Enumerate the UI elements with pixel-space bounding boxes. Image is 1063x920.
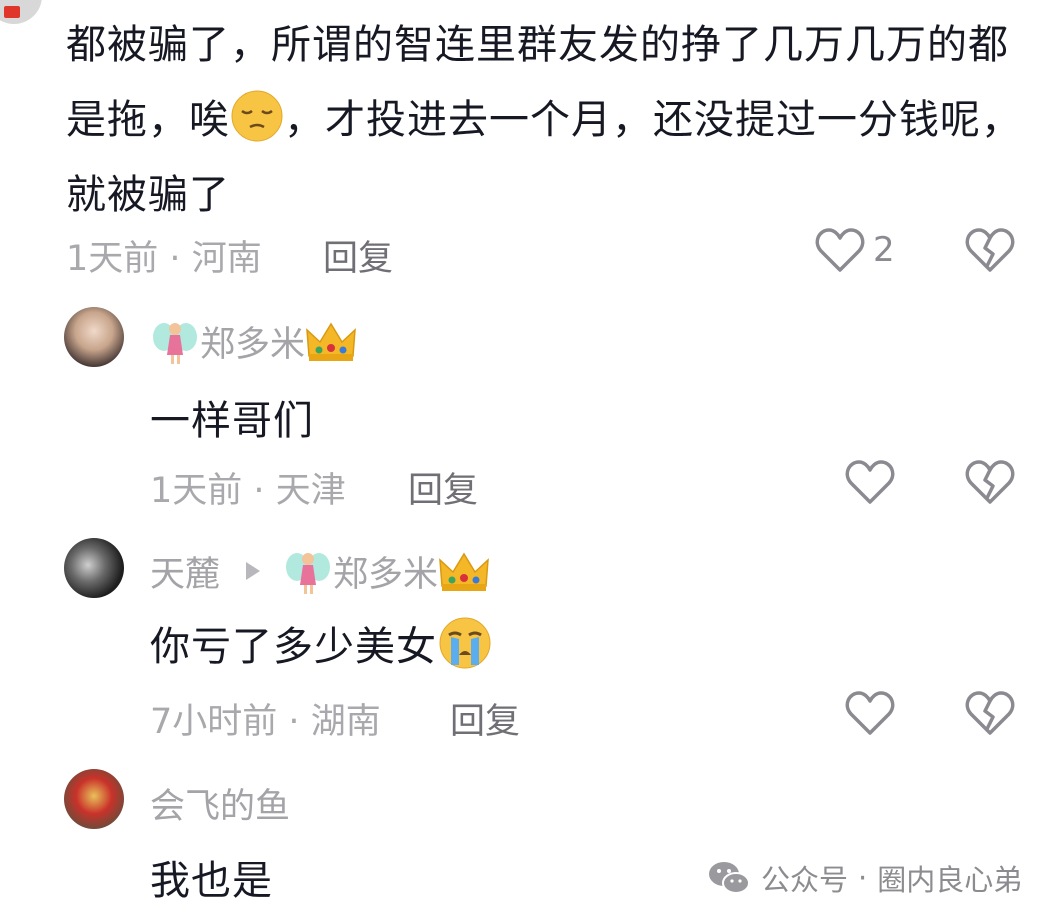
meta-separator: · bbox=[253, 471, 265, 511]
reply-1-time: 1天前 bbox=[150, 471, 243, 511]
crown-emoji-icon bbox=[306, 322, 356, 361]
dislike-broken-heart-icon[interactable] bbox=[965, 458, 1015, 506]
dislike-broken-heart-icon[interactable] bbox=[965, 226, 1015, 274]
watermark-separator: · bbox=[858, 861, 868, 895]
reply-2-time: 7小时前 bbox=[150, 702, 278, 742]
reply-3-username[interactable]: 会飞的鱼 bbox=[150, 778, 290, 829]
top-comment-text: 都被骗了，所谓的智连里群友发的挣了几万几万的都是拖，唉 ，才投进去一个月，还没提… bbox=[66, 8, 1026, 233]
reply-1-text: 一样哥们 bbox=[150, 398, 314, 444]
reply-2-meta: 7小时前 · 湖南 bbox=[150, 693, 381, 744]
reply-3-text: 我也是 bbox=[150, 858, 273, 904]
reply-1-avatar[interactable] bbox=[64, 307, 124, 367]
reply-2-avatar[interactable] bbox=[64, 538, 124, 598]
crying-face-emoji bbox=[439, 617, 491, 669]
wechat-icon bbox=[709, 862, 750, 894]
reply-1-location: 天津 bbox=[275, 471, 346, 511]
reply-2-text-row: 你亏了多少美女 bbox=[150, 614, 493, 672]
top-comment-avatar[interactable] bbox=[0, 0, 42, 24]
like-heart-icon[interactable] bbox=[815, 226, 865, 274]
reply-1-reply-button[interactable]: 回复 bbox=[408, 462, 478, 513]
reply-2-reply-button[interactable]: 回复 bbox=[450, 693, 520, 744]
like-heart-icon[interactable] bbox=[845, 689, 895, 737]
reply-2-username-row[interactable]: 天麓 bbox=[150, 546, 220, 597]
top-comment-time: 1天前 bbox=[66, 239, 159, 279]
watermark-name: 圈内良心弟 bbox=[877, 863, 1023, 897]
top-comment-reply-button[interactable]: 回复 bbox=[323, 230, 393, 281]
fairy-emoji-icon bbox=[153, 322, 197, 364]
reply-2-text: 你亏了多少美女 bbox=[150, 624, 437, 670]
reply-2-reply-to-row[interactable]: 郑多米 bbox=[283, 546, 490, 597]
reply-arrow-icon bbox=[246, 562, 260, 580]
like-heart-icon[interactable] bbox=[845, 458, 895, 506]
top-comment-location: 河南 bbox=[191, 239, 262, 279]
reply-2-location: 湖南 bbox=[310, 702, 381, 742]
meta-separator: · bbox=[169, 239, 181, 279]
reply-3-avatar[interactable] bbox=[64, 769, 124, 829]
reply-2-reply-to: 郑多米 bbox=[333, 555, 439, 595]
watermark-prefix: 公众号 bbox=[761, 863, 849, 897]
fairy-emoji-icon bbox=[286, 552, 330, 594]
reply-2-username: 天麓 bbox=[150, 555, 221, 595]
dislike-broken-heart-icon[interactable] bbox=[965, 689, 1015, 737]
like-count: 2 bbox=[873, 230, 895, 270]
meta-separator: · bbox=[288, 702, 300, 742]
top-comment-meta: 1天前 · 河南 bbox=[66, 230, 262, 281]
reply-1-username-row[interactable]: 郑多米 bbox=[150, 316, 357, 367]
watermark: 公众号 · 圈内良心弟 bbox=[707, 857, 1022, 899]
pensive-face-emoji bbox=[231, 90, 283, 142]
reply-1-meta: 1天前 · 天津 bbox=[150, 462, 346, 513]
reply-1-username: 郑多米 bbox=[200, 325, 306, 365]
crown-emoji-icon bbox=[439, 552, 489, 591]
